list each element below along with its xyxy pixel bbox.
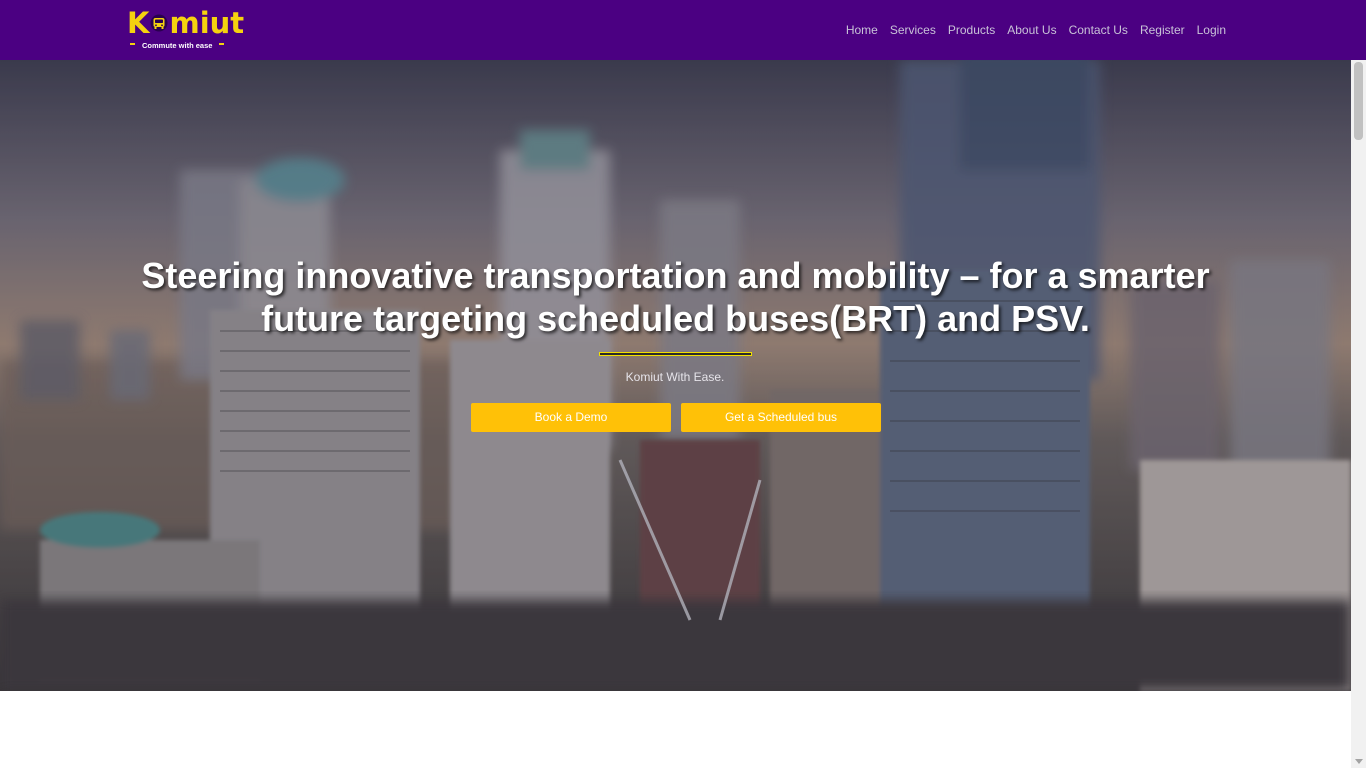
- book-demo-button[interactable]: Book a Demo: [471, 403, 671, 432]
- brand-wordmark: K miut: [127, 6, 245, 40]
- tagline-dash-right: [219, 43, 225, 45]
- nav-item-contact-us[interactable]: Contact Us: [1063, 0, 1134, 60]
- scrollbar-thumb[interactable]: [1354, 62, 1363, 140]
- scroll-down-arrow-icon[interactable]: [1355, 759, 1363, 764]
- main-nav: Home Services Products About Us Contact …: [840, 0, 1232, 60]
- page: K miut Commute with ease Home Services P…: [0, 0, 1366, 768]
- nav-item-products[interactable]: Products: [942, 0, 1001, 60]
- nav-item-about-us[interactable]: About Us: [1001, 0, 1062, 60]
- nav-item-register[interactable]: Register: [1134, 0, 1191, 60]
- hero-subtitle: Komiut With Ease.: [625, 370, 725, 384]
- brand-logo[interactable]: K miut Commute with ease: [127, 6, 247, 52]
- bus-icon: [150, 14, 168, 32]
- brand-tagline: Commute with ease: [127, 41, 247, 51]
- content-section: [0, 691, 1351, 768]
- hero-title: Steering innovative transportation and m…: [141, 255, 1210, 339]
- get-scheduled-bus-button[interactable]: Get a Scheduled bus: [681, 403, 881, 432]
- nav-item-services[interactable]: Services: [884, 0, 942, 60]
- page-scrollbar[interactable]: [1351, 60, 1366, 768]
- hero-divider: [599, 352, 752, 356]
- hero-section: Steering innovative transportation and m…: [0, 60, 1351, 691]
- navbar: K miut Commute with ease Home Services P…: [0, 0, 1366, 60]
- tagline-dash-left: [130, 43, 135, 45]
- nav-item-login[interactable]: Login: [1191, 0, 1232, 60]
- nav-item-home[interactable]: Home: [840, 0, 884, 60]
